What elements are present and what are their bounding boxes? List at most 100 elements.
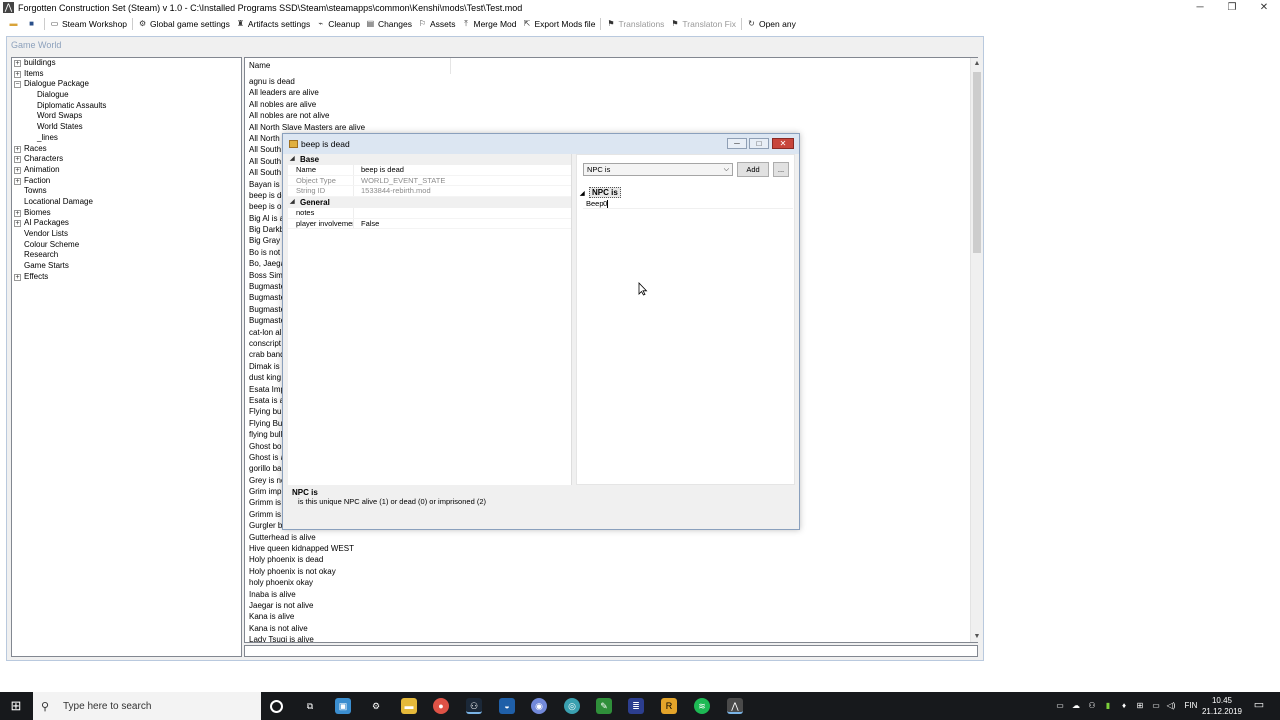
property-row[interactable]: player involvement False xyxy=(288,218,571,230)
list-item[interactable]: All North Slave Masters are alive xyxy=(249,122,365,133)
close-button[interactable]: ✕ xyxy=(1248,0,1280,15)
list-item[interactable]: Inaba is alive xyxy=(249,589,365,600)
toolbar-button-artifacts-settings[interactable]: ♜ Artifacts settings xyxy=(233,16,313,31)
tree-item[interactable]: Dialogue xyxy=(12,90,241,101)
expand-icon[interactable]: + xyxy=(14,177,21,185)
list-item[interactable]: Hive queen kidnapped WEST xyxy=(249,543,365,554)
expand-icon[interactable]: + xyxy=(14,70,21,78)
toolbar-button-translaton-fix[interactable]: ⚑ Translaton Fix xyxy=(667,16,739,31)
tree-item[interactable]: − Dialogue Package xyxy=(12,79,241,90)
app-icon[interactable]: ◒ xyxy=(499,698,515,714)
task-view-icon[interactable]: ⧉ xyxy=(302,698,318,714)
tree-item[interactable]: + Biomes xyxy=(12,208,241,219)
expand-icon[interactable]: + xyxy=(14,273,21,281)
toolbar-button-cleanup[interactable]: ⌁ Cleanup xyxy=(313,16,363,31)
dialog-restore-button[interactable]: □ xyxy=(749,138,769,149)
list-header-name[interactable]: Name xyxy=(245,58,451,74)
collapse-icon[interactable]: ◢ xyxy=(290,154,295,165)
tray-icon[interactable]: ▭ xyxy=(1054,692,1066,720)
property-category[interactable]: ◢ General xyxy=(288,197,571,209)
tree-item[interactable]: Locational Damage xyxy=(12,197,241,208)
taskbar-search[interactable]: ⚲ Type here to search xyxy=(33,692,261,720)
network-icon[interactable]: ⊞ xyxy=(1134,692,1146,720)
toolbar-button-open-any[interactable]: ↻ Open any xyxy=(744,16,799,31)
taskbar-clock[interactable]: 10.45 21.12.2019 xyxy=(1196,695,1248,717)
notification-icon[interactable]: ▭ xyxy=(1252,698,1266,712)
tree-item[interactable]: + AI Packages xyxy=(12,218,241,229)
save-button[interactable]: ■ xyxy=(24,16,42,31)
tree-item[interactable]: Research xyxy=(12,250,241,261)
toolbar-button-steam-workshop[interactable]: ▭ Steam Workshop xyxy=(47,16,130,31)
collapse-icon[interactable]: ◢ xyxy=(290,197,295,208)
cortana-icon[interactable] xyxy=(270,700,283,713)
rockstar-icon[interactable]: R xyxy=(661,698,677,714)
tree-item[interactable]: Vendor Lists xyxy=(12,229,241,240)
tree-item[interactable]: + Animation xyxy=(12,165,241,176)
tree-item[interactable]: + Items xyxy=(12,69,241,80)
list-item[interactable]: Kana is not alive xyxy=(249,623,365,634)
reference-type-combo[interactable]: NPC is ⌵ xyxy=(583,163,733,176)
fcs-app-icon[interactable]: ⋀ xyxy=(727,698,743,714)
tree-item[interactable]: Towns xyxy=(12,186,241,197)
tree-item[interactable]: + Faction xyxy=(12,176,241,187)
file-explorer-icon[interactable]: ▬ xyxy=(401,698,417,714)
spotify-icon[interactable]: ≋ xyxy=(694,698,710,714)
add-button[interactable]: Add xyxy=(737,162,769,177)
tree-item[interactable]: Word Swaps xyxy=(12,111,241,122)
tray-icon[interactable]: ▮ xyxy=(1102,692,1114,720)
more-button[interactable]: ... xyxy=(773,162,789,177)
list-item[interactable]: Holy phoenix is not okay xyxy=(249,566,365,577)
list-item[interactable]: Kana is alive xyxy=(249,611,365,622)
app-icon[interactable]: ◎ xyxy=(564,698,580,714)
list-scrollbar[interactable]: ▲ ▼ xyxy=(970,58,982,642)
tree-item[interactable]: + buildings xyxy=(12,58,241,69)
explorer-app-icon[interactable]: ▣ xyxy=(335,698,351,714)
property-row[interactable]: Name beep is dead xyxy=(288,165,571,176)
toolbar-button-merge-mod[interactable]: ⤒ Merge Mod xyxy=(458,16,519,31)
expand-icon[interactable]: + xyxy=(14,156,21,164)
tree-item[interactable]: Diplomatic Assaults xyxy=(12,101,241,112)
category-tree[interactable]: + buildings + Items − Dialogue Package Dialogu… xyxy=(11,57,242,657)
expand-icon[interactable]: + xyxy=(14,220,21,228)
list-item[interactable]: holy phoenix okay xyxy=(249,577,365,588)
property-value[interactable]: beep is dead xyxy=(354,165,404,175)
list-item[interactable]: Jaegar is not alive xyxy=(249,600,365,611)
tree-item[interactable]: _lines xyxy=(12,133,241,144)
steam-icon[interactable]: ⚇ xyxy=(466,698,482,714)
list-item[interactable]: All leaders are alive xyxy=(249,87,365,98)
reference-row[interactable]: Beep 0 xyxy=(583,199,793,209)
toolbar-button-changes[interactable]: ▤ Changes xyxy=(363,16,415,31)
tray-icon[interactable]: ⚇ xyxy=(1086,692,1098,720)
reference-category[interactable]: ◢ NPC is xyxy=(580,187,792,198)
toolbar-button-export-mods-file[interactable]: ⇱ Export Mods file xyxy=(519,16,598,31)
list-item[interactable]: Gutterhead is alive xyxy=(249,532,365,543)
scroll-up-icon[interactable]: ▲ xyxy=(971,58,983,69)
property-row[interactable]: notes xyxy=(288,208,571,219)
display-icon[interactable]: ▭ xyxy=(1150,692,1162,720)
windows-start-icon[interactable]: ⊞ xyxy=(0,692,32,720)
open-file-button[interactable]: ▬ xyxy=(6,16,24,31)
expand-icon[interactable]: + xyxy=(14,60,21,67)
tree-item[interactable]: + Characters xyxy=(12,154,241,165)
property-grid[interactable]: ◢ Base Name beep is dead Object Type WORLD_EV… xyxy=(288,154,572,485)
discord-icon[interactable]: ◉ xyxy=(531,698,547,714)
tree-item[interactable]: World States xyxy=(12,122,241,133)
dialog-minimize-button[interactable]: ─ xyxy=(727,138,747,149)
settings-icon[interactable]: ⚙ xyxy=(368,698,384,714)
document-icon[interactable]: ≣ xyxy=(628,698,644,714)
tree-item[interactable]: Game Starts xyxy=(12,261,241,272)
chrome-icon[interactable]: ● xyxy=(433,698,449,714)
list-item[interactable]: Lady Tsugi is alive xyxy=(249,634,365,642)
scroll-down-icon[interactable]: ▼ xyxy=(971,631,983,642)
expand-icon[interactable]: + xyxy=(14,209,21,217)
expand-icon[interactable]: + xyxy=(14,145,21,153)
list-item[interactable]: All nobles are alive xyxy=(249,99,365,110)
microphone-icon[interactable]: ♦ xyxy=(1118,692,1130,720)
collapse-icon[interactable]: − xyxy=(14,81,21,89)
toolbar-button-assets[interactable]: ⚐ Assets xyxy=(415,16,459,31)
list-item[interactable]: All nobles are not alive xyxy=(249,110,365,121)
dialog-title-bar[interactable]: beep is dead ─ □ ✕ xyxy=(283,134,799,154)
tree-item[interactable]: Colour Scheme xyxy=(12,240,241,251)
list-item[interactable]: Holy phoenix is dead xyxy=(249,554,365,565)
minimize-button[interactable]: ─ xyxy=(1184,0,1216,15)
